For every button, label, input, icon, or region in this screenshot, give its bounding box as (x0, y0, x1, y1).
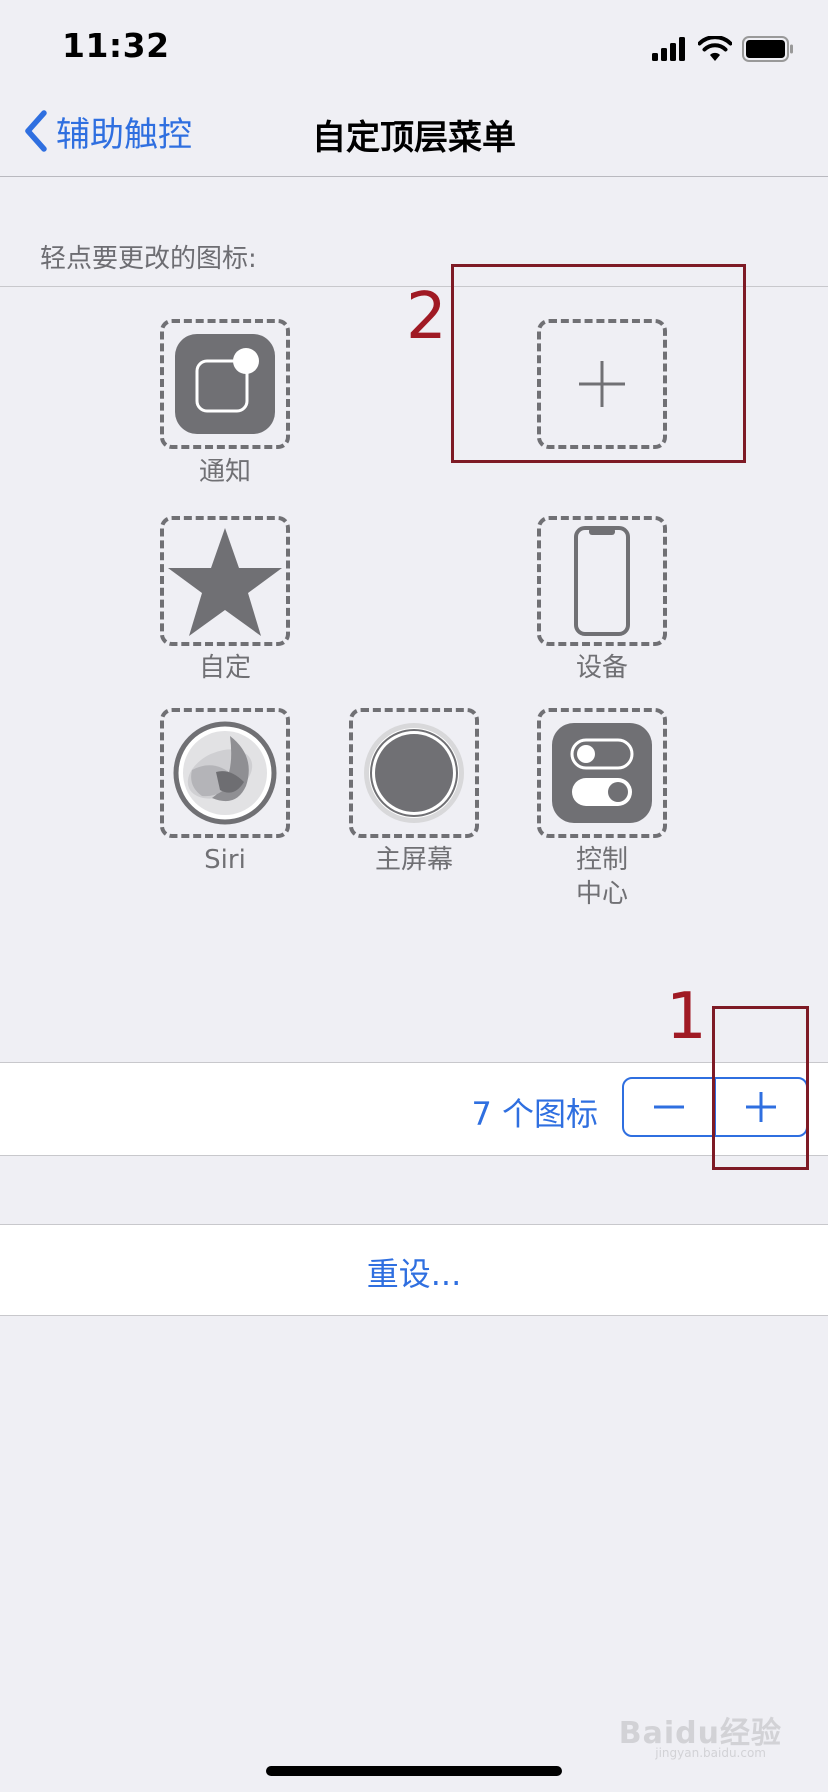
icon-slot-control-center[interactable] (537, 708, 667, 838)
notification-icon (175, 334, 275, 434)
decrease-button[interactable] (624, 1079, 714, 1135)
navigation-bar: 辅助触控 自定顶层菜单 (0, 86, 828, 177)
home-indicator[interactable] (266, 1766, 562, 1776)
star-icon (168, 528, 282, 636)
annotation-number-2: 2 (406, 280, 447, 354)
icon-count-row: 7 个图标 (0, 1062, 828, 1156)
icon-label-notification: 通知 (198, 457, 251, 487)
icon-slot-home[interactable] (349, 708, 479, 838)
reset-button-label: 重设... (366, 1255, 462, 1293)
icon-label-device: 设备 (575, 653, 628, 683)
icon-label-home: 主屏幕 (374, 845, 453, 875)
icon-count-label: 7 个图标 (471, 1095, 598, 1133)
siri-icon (173, 721, 277, 825)
icon-label-control-center-line2: 中心 (575, 879, 628, 909)
section-header: 轻点要更改的图标: (40, 244, 257, 274)
icon-slot-notification[interactable] (160, 319, 290, 449)
status-icons (652, 34, 794, 64)
icon-slot-siri[interactable] (160, 708, 290, 838)
annotation-box-1 (712, 1006, 809, 1170)
minus-icon (654, 1105, 684, 1109)
battery-icon (742, 36, 793, 62)
status-time: 11:32 (62, 26, 170, 65)
annotation-number-1: 1 (666, 980, 707, 1054)
watermark-url: jingyan.baidu.com (655, 1746, 766, 1760)
page-title: 自定顶层菜单 (312, 118, 516, 158)
icon-slot-custom[interactable] (160, 516, 290, 646)
icon-label-siri: Siri (204, 845, 246, 875)
icon-label-control-center-line1: 控制 (575, 845, 628, 875)
wifi-icon (698, 36, 732, 61)
annotation-box-2 (451, 264, 746, 463)
reset-row[interactable]: 重设... (0, 1224, 828, 1316)
home-button-icon (364, 723, 464, 823)
icon-slot-device[interactable] (537, 516, 667, 646)
cellular-signal-icon (652, 37, 685, 61)
phone-device-icon (574, 526, 630, 636)
control-center-icon (552, 723, 652, 823)
icon-label-custom: 自定 (198, 653, 251, 683)
